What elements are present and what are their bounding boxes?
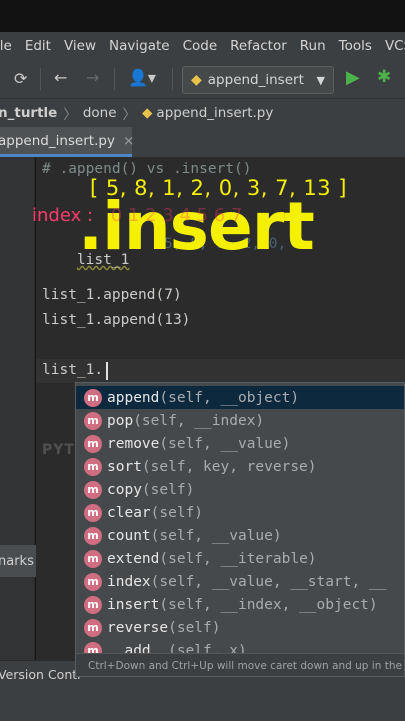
method-icon: m — [84, 526, 102, 545]
back-arrow-icon[interactable]: ← — [54, 68, 67, 87]
method-icon: m — [84, 618, 102, 637]
method-icon: m — [84, 549, 102, 568]
method-icon: m — [84, 480, 102, 499]
method-icon: m — [84, 503, 102, 522]
completion-item[interactable]: m append (self, __object) — [76, 386, 404, 409]
menu-run[interactable]: Run — [300, 38, 326, 54]
completion-popup: m append (self, __object) m pop (self, __ind… — [75, 382, 405, 677]
text-caret — [106, 362, 108, 380]
menu-view[interactable]: View — [64, 38, 96, 54]
chevron-down-icon: ▼ — [316, 73, 325, 87]
menu-file[interactable]: ile — [0, 38, 12, 54]
breadcrumb-separator: 〉 — [122, 107, 137, 123]
breadcrumb-file[interactable]: append_insert.py — [156, 105, 273, 121]
menu-vcs[interactable]: VCS — [385, 38, 405, 54]
breadcrumb-separator: 〉 — [63, 107, 77, 123]
run-configuration-label: append_insert — [207, 72, 304, 88]
bookmarks-tool-button[interactable]: narks — [0, 545, 36, 577]
user-icon[interactable]: 👤▾ — [128, 68, 156, 87]
completion-item[interactable]: m insert (self, __index, __object) — [76, 593, 404, 616]
overlay-list: [ 5, 8, 1, 2, 0, 3, 7, 13 ] — [90, 176, 347, 200]
menu-navigate[interactable]: Navigate — [109, 38, 170, 54]
method-icon: m — [84, 434, 102, 453]
version-control-tab[interactable]: Version Contr — [0, 667, 82, 682]
overlay-index-values: 0 1 2 3 4 5 6 7 — [110, 205, 243, 226]
toolbar-divider — [172, 68, 173, 90]
completion-item[interactable]: m remove (self, __value) — [76, 432, 404, 455]
method-icon: m — [84, 457, 102, 476]
menu-bar: ile Edit View Navigate Code Refactor Run… — [0, 32, 405, 60]
code-line-current: list_1. — [42, 362, 104, 378]
menu-edit[interactable]: Edit — [25, 38, 51, 54]
python-file-icon: ◆ — [142, 105, 153, 121]
menu-refactor[interactable]: Refactor — [230, 38, 287, 54]
debug-bug-icon[interactable]: ✱ — [377, 67, 391, 87]
completion-item[interactable]: m reverse (self) — [76, 616, 404, 639]
sync-icon[interactable]: ⟳ — [14, 69, 27, 88]
completion-item[interactable]: m copy (self) — [76, 478, 404, 501]
toolbar-divider — [40, 68, 41, 90]
overlay-index: index : 0 1 2 3 4 5 6 7 — [32, 205, 242, 226]
editor-tabs: append_insert.py × — [0, 127, 405, 158]
tab-append-insert[interactable]: append_insert.py × — [0, 127, 134, 157]
code-line-append-7: list_1.append(7) — [42, 287, 182, 303]
code-line-append-13: list_1.append(13) — [42, 312, 191, 328]
method-icon: m — [84, 388, 102, 407]
overlay-index-label: index : — [32, 205, 94, 226]
completion-item[interactable]: m count (self, __value) — [76, 524, 404, 547]
completion-hint: Ctrl+Down and Ctrl+Up will move caret do… — [76, 653, 404, 676]
toolbar-divider — [114, 68, 115, 90]
completion-item[interactable]: m index (self, __value, __start, __ — [76, 570, 404, 593]
main-toolbar: ⟳ ← → 👤▾ ◆ append_insert ▼ ▶ ✱ — [0, 60, 405, 98]
tool-window-strip — [0, 157, 35, 677]
breadcrumb: n_turtle 〉 done 〉 ◆ append_insert.py — [0, 98, 405, 127]
breadcrumb-project[interactable]: n_turtle — [0, 105, 57, 121]
tab-label: append_insert.py — [0, 132, 115, 149]
forward-arrow-icon[interactable]: → — [86, 68, 99, 87]
completion-item[interactable]: m sort (self, key, reverse) — [76, 455, 404, 478]
method-icon: m — [84, 411, 102, 430]
window-title-bar — [0, 0, 405, 32]
run-icon[interactable]: ▶ — [346, 67, 360, 88]
code-comment: # .append() vs .insert() — [42, 161, 252, 177]
completion-item[interactable]: m extend (self, __iterable) — [76, 547, 404, 570]
python-icon: ◆ — [191, 72, 202, 88]
breadcrumb-folder[interactable]: done — [83, 105, 117, 121]
completion-item[interactable]: m pop (self, __index) — [76, 409, 404, 432]
completion-item[interactable]: m clear (self) — [76, 501, 404, 524]
method-icon: m — [84, 572, 102, 591]
run-configuration-select[interactable]: ◆ append_insert ▼ — [182, 66, 334, 94]
menu-tools[interactable]: Tools — [339, 38, 372, 54]
method-icon: m — [84, 595, 102, 614]
menu-code[interactable]: Code — [183, 38, 218, 54]
close-icon[interactable]: × — [123, 133, 134, 149]
